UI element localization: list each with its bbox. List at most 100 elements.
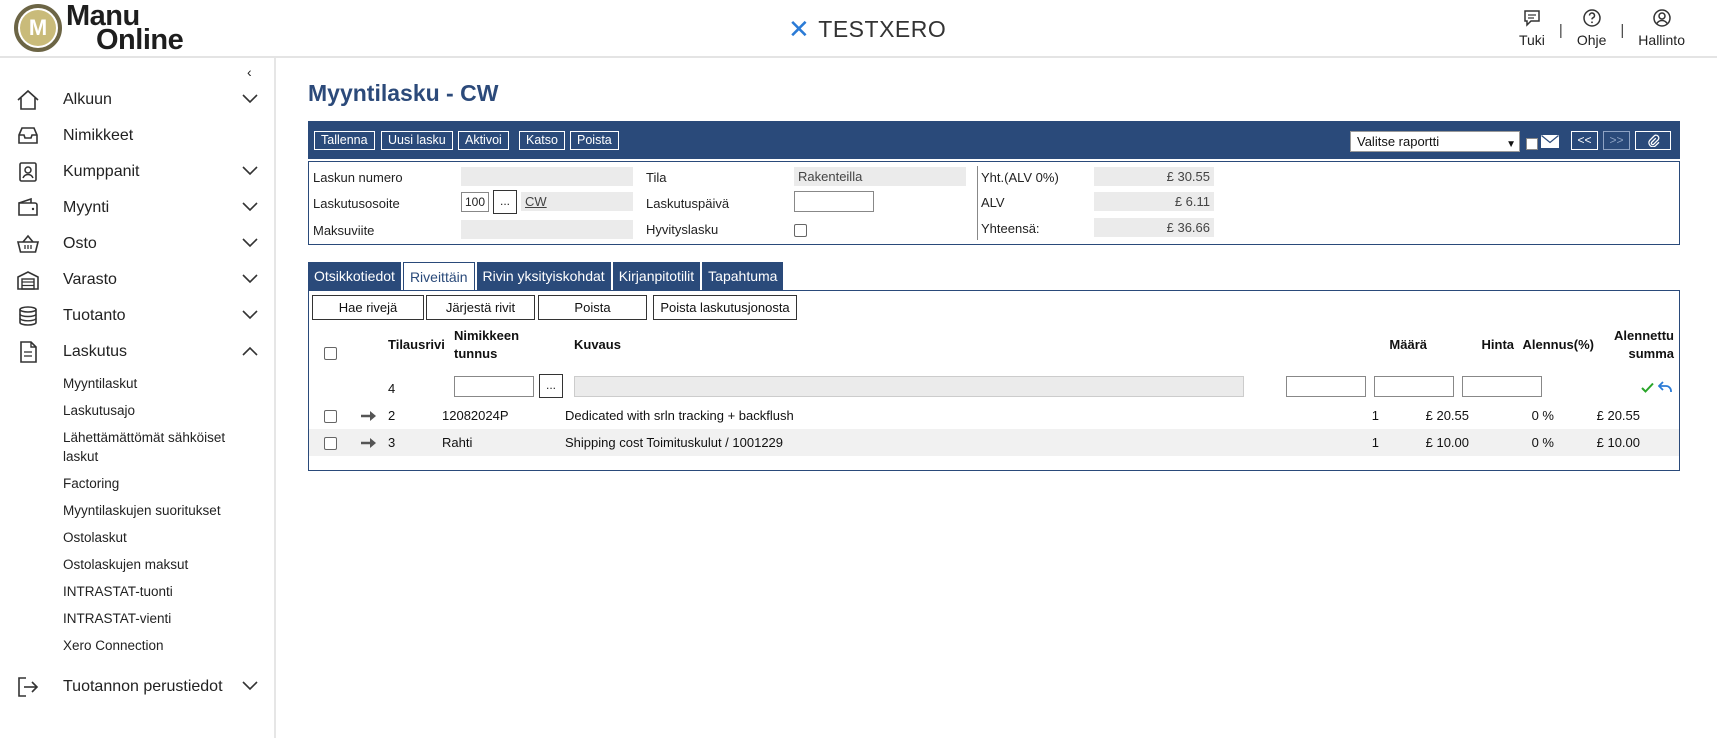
new-invoice-button[interactable]: Uusi lasku: [381, 131, 453, 150]
chevron-down-icon[interactable]: [242, 274, 258, 284]
report-select[interactable]: Valitse raportti ▼: [1350, 131, 1520, 152]
new-row-price-input[interactable]: [1374, 376, 1454, 397]
next-button[interactable]: >>: [1603, 131, 1630, 150]
table-row[interactable]: 2 12082024P Dedicated with srln tracking…: [309, 402, 1679, 429]
submenu-xero-connection[interactable]: Xero Connection: [0, 636, 276, 655]
sidebar-item-tuotanto[interactable]: Tuotanto: [0, 298, 276, 334]
remove-from-billing-queue-button[interactable]: Poista laskutusjonosta: [653, 295, 797, 320]
sidebar-item-myynti[interactable]: Myynti: [0, 190, 276, 226]
sidebar-item-laskutus[interactable]: Laskutus: [0, 334, 276, 370]
invoice-number-field: [461, 167, 633, 186]
submenu-myyntilaskut[interactable]: Myyntilaskut: [0, 374, 276, 393]
logo[interactable]: M Manu Online: [14, 2, 184, 55]
submenu-intrastat-import[interactable]: INTRASTAT-tuonti: [0, 582, 276, 601]
sidebar-item-label: Nimikkeet: [63, 127, 134, 144]
new-row-item-lookup-button[interactable]: ...: [539, 374, 563, 398]
column-header-order-row: Tilausrivi: [388, 337, 445, 352]
undo-icon[interactable]: [1658, 381, 1672, 393]
select-all-checkbox[interactable]: [324, 347, 337, 360]
billing-address-code[interactable]: 100: [461, 192, 489, 212]
chevron-up-icon[interactable]: [242, 346, 258, 356]
row-item-code: Rahti: [442, 435, 473, 450]
logo-mark-letter: M: [20, 10, 56, 46]
info-column-divider: [977, 166, 978, 240]
row-discounted-sum: £ 10.00: [1596, 435, 1640, 450]
sidebar-item-varasto[interactable]: Varasto: [0, 262, 276, 298]
warehouse-icon: [17, 271, 39, 290]
invoice-date-label: Laskutuspäivä: [646, 196, 730, 211]
nav-support[interactable]: Tuki: [1505, 8, 1559, 48]
tab-header-info[interactable]: Otsikkotiedot: [308, 262, 401, 290]
sidebar-item-alkuun[interactable]: Alkuun: [0, 82, 276, 118]
chevron-down-icon[interactable]: [242, 94, 258, 104]
submenu-laskutusajo[interactable]: Laskutusajo: [0, 401, 276, 420]
status-field: Rakenteilla: [794, 167, 966, 186]
mail-icon[interactable]: [1541, 135, 1559, 148]
chevron-down-icon[interactable]: [242, 166, 258, 176]
view-button[interactable]: Katso: [519, 131, 565, 150]
billing-address-lookup-button[interactable]: ...: [493, 190, 517, 214]
attachment-button[interactable]: [1635, 131, 1671, 150]
invoice-toolbar: Tallenna Uusi lasku Aktivoi Katso Poista…: [308, 121, 1680, 159]
sort-rows-button[interactable]: Järjestä rivit: [426, 295, 535, 320]
sidebar-item-nimikkeet[interactable]: Nimikkeet: [0, 118, 276, 154]
column-header-discounted-2: summa: [1628, 346, 1674, 361]
table-row[interactable]: 3 Rahti Shipping cost Toimituskulut / 10…: [309, 429, 1679, 456]
tab-accounting[interactable]: Kirjanpitotilit: [612, 262, 701, 290]
confirm-check-icon[interactable]: [1641, 382, 1654, 393]
submenu-intrastat-export[interactable]: INTRASTAT-vienti: [0, 609, 276, 628]
credit-note-checkbox[interactable]: [794, 224, 807, 237]
invoice-date-input[interactable]: [794, 191, 874, 212]
delete-rows-button[interactable]: Poista: [538, 295, 647, 320]
credit-note-label: Hyvityslasku: [646, 222, 719, 237]
activate-button[interactable]: Aktivoi: [458, 131, 509, 150]
tab-row-details[interactable]: Rivin yksityiskohdat: [476, 262, 611, 290]
submenu-purchase-payments[interactable]: Ostolaskujen maksut: [0, 555, 276, 574]
row-order-row: 3: [388, 435, 396, 450]
nav-help[interactable]: Ohje: [1563, 8, 1621, 48]
user-icon: [1652, 9, 1671, 27]
laskutus-submenu: Myyntilaskut Laskutusajo Lähettämättömät…: [0, 370, 276, 669]
new-row-discount-input[interactable]: [1462, 376, 1542, 397]
tab-events[interactable]: Tapahtuma: [702, 262, 784, 290]
arrow-right-icon[interactable]: [360, 437, 378, 449]
submenu-factoring[interactable]: Factoring: [0, 474, 276, 493]
submenu-unsent-e-invoices[interactable]: Lähettämättömät sähköiset laskut: [0, 428, 276, 466]
sidebar-item-osto[interactable]: Osto: [0, 226, 276, 262]
new-row-item-code-input[interactable]: [454, 376, 534, 397]
sidebar-item-tuotannon-perustiedot[interactable]: Tuotannon perustiedot: [0, 669, 276, 705]
billing-address-name-link[interactable]: CW: [521, 192, 633, 211]
save-button[interactable]: Tallenna: [314, 131, 375, 150]
chevron-down-icon: ▼: [1506, 139, 1516, 150]
sidebar-item-kumppanit[interactable]: Kumppanit: [0, 154, 276, 190]
email-report-checkbox[interactable]: [1526, 138, 1538, 150]
submenu-ostolaskut[interactable]: Ostolaskut: [0, 528, 276, 547]
submenu-sales-payments[interactable]: Myyntilaskujen suoritukset: [0, 501, 276, 520]
top-header: M Manu Online ✕ TESTXERO Tuki | Ohje | H…: [0, 0, 1717, 58]
sidebar: ‹ Alkuun Nimikkeet Kumppanit Myynti Osto: [0, 58, 276, 738]
arrow-right-icon[interactable]: [360, 410, 378, 422]
chevron-down-icon[interactable]: [242, 681, 258, 691]
payment-reference-label: Maksuviite: [313, 223, 375, 238]
row-checkbox[interactable]: [324, 437, 337, 450]
contacts-icon: [19, 162, 37, 182]
row-checkbox[interactable]: [324, 410, 337, 423]
nav-admin[interactable]: Hallinto: [1624, 8, 1699, 48]
new-row-number: 4: [388, 381, 396, 396]
collapse-sidebar-icon[interactable]: ‹: [247, 64, 252, 80]
new-row-description-input[interactable]: [574, 376, 1244, 397]
chevron-down-icon[interactable]: [242, 202, 258, 212]
previous-button[interactable]: <<: [1571, 131, 1598, 150]
total-label: Yhteensä:: [981, 221, 1040, 236]
tab-rows[interactable]: Riveittäin: [402, 262, 475, 290]
chevron-down-icon[interactable]: [242, 310, 258, 320]
fetch-rows-button[interactable]: Hae rivejä: [312, 295, 424, 320]
chevron-down-icon[interactable]: [242, 238, 258, 248]
page-title: Myyntilasku - CW: [308, 80, 499, 106]
new-row-quantity-input[interactable]: [1286, 376, 1366, 397]
subtotal-value: £ 30.55: [1094, 167, 1214, 186]
delete-button[interactable]: Poista: [570, 131, 619, 150]
vat-value: £ 6.11: [1094, 192, 1214, 211]
basket-icon: [16, 234, 40, 253]
sidebar-item-label: Kumppanit: [63, 163, 140, 180]
